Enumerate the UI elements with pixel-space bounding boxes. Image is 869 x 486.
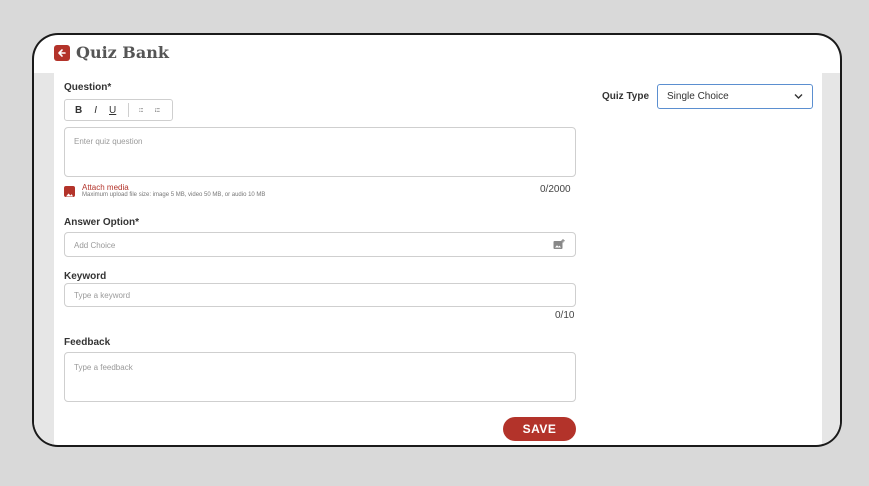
keyword-label: Keyword bbox=[64, 271, 107, 282]
question-label: Question* bbox=[64, 82, 112, 93]
chevron-down-icon bbox=[794, 94, 803, 99]
keyword-input[interactable]: Type a keyword bbox=[64, 283, 576, 307]
upload-size-note: Maximum upload file size: image 5 MB, vi… bbox=[82, 192, 266, 198]
feedback-input[interactable]: Type a feedback bbox=[64, 352, 576, 402]
feedback-placeholder: Type a feedback bbox=[74, 363, 133, 372]
italic-button[interactable]: I bbox=[94, 105, 97, 116]
back-arrow-icon bbox=[58, 48, 66, 57]
image-icon bbox=[64, 186, 75, 197]
quiz-type-value: Single Choice bbox=[667, 91, 729, 102]
back-button[interactable] bbox=[54, 44, 70, 61]
question-placeholder: Enter quiz question bbox=[74, 137, 143, 146]
keyword-placeholder: Type a keyword bbox=[74, 291, 131, 300]
left-gutter bbox=[34, 73, 54, 445]
text-format-toolbar: B I U bbox=[64, 99, 173, 121]
bold-button[interactable]: B bbox=[75, 105, 82, 116]
numbered-list-icon[interactable] bbox=[155, 105, 161, 115]
underline-button[interactable]: U bbox=[109, 105, 116, 116]
page-header: Quiz Bank bbox=[54, 43, 169, 62]
question-char-counter: 0/2000 bbox=[540, 184, 571, 195]
device-frame: Quiz Bank Question* B I U Enter quiz que… bbox=[32, 33, 842, 447]
question-input[interactable]: Enter quiz question bbox=[64, 127, 576, 177]
feedback-label: Feedback bbox=[64, 337, 111, 348]
add-choice-input[interactable]: Add Choice bbox=[64, 232, 576, 257]
add-choice-placeholder: Add Choice bbox=[74, 241, 116, 250]
attach-media-link[interactable]: Attach media bbox=[82, 183, 129, 192]
answer-option-label: Answer Option* bbox=[64, 217, 140, 228]
keyword-char-counter: 0/10 bbox=[555, 310, 575, 321]
quiz-type-label: Quiz Type bbox=[602, 91, 650, 102]
save-button[interactable]: SAVE bbox=[503, 417, 576, 441]
right-gutter bbox=[822, 73, 840, 445]
bullet-list-icon[interactable] bbox=[138, 105, 144, 115]
add-image-icon[interactable] bbox=[553, 239, 565, 250]
quiz-type-select[interactable]: Single Choice bbox=[657, 84, 813, 109]
page-title: Quiz Bank bbox=[76, 43, 169, 62]
screen: Quiz Bank Question* B I U Enter quiz que… bbox=[34, 35, 840, 445]
